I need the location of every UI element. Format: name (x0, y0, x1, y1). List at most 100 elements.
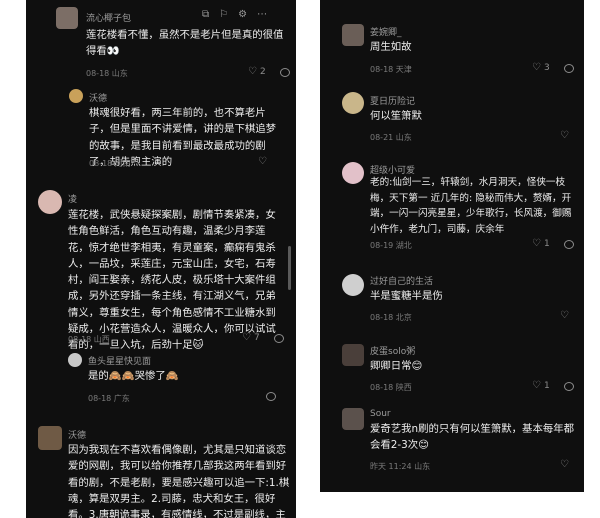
comment-meta: 08-21 山东 (370, 132, 412, 143)
comment-author[interactable]: 沃德 (68, 428, 86, 441)
heart-icon: ♡ (532, 380, 541, 391)
comment-author[interactable]: 沃德 (89, 91, 107, 104)
reply-text: 是的🙈🙈哭惨了🙈 (88, 370, 179, 382)
comment-item: 凌 莲花楼，武侠悬疑探案剧，剧情节奏紧凑，女性角色鲜活，角色互动有趣，温柔少月李… (26, 186, 296, 351)
comment-meta: 08-18 山西 (68, 334, 110, 345)
comment-meta: 08-18 天津 (370, 64, 412, 75)
comment-date: 08-18 (370, 65, 394, 74)
comment-author[interactable]: 姜婉卿_ (370, 25, 402, 38)
comment-text: 莲花楼看不懂，虽然不是老片但是真的很值得看👀 (86, 29, 284, 58)
comment-item: 沃德 棋魂很好看，两三年前的，也不算老片子，但是里面不讲爱情，讲的是下棋追梦的故… (26, 84, 296, 180)
comment-location: 北京 (395, 313, 412, 322)
comment-icon[interactable] (563, 63, 574, 73)
heart-icon[interactable]: ♡ (560, 311, 569, 321)
like-button[interactable]: ♡ 1 (532, 380, 550, 392)
comment-meta: 08-19 湖北 (370, 240, 412, 251)
reply-item: 鱼头星星快见面 是的🙈🙈哭惨了🙈 08-18 广东 (26, 350, 296, 410)
comment-date: 08-18 (370, 383, 394, 392)
avatar[interactable] (342, 408, 364, 430)
copy-icon[interactable]: ⧉ (202, 9, 209, 20)
comment-icon[interactable] (279, 67, 290, 77)
heart-icon: ♡ (532, 238, 541, 249)
comment-item: 姜婉卿_ 周生如故 08-18 天津 ♡ 3 (320, 18, 584, 78)
comment-item: 沃德 因为我现在不喜欢看偶像剧，尤其是只知道谈恋爱的网剧，我可以给你推荐几部我这… (26, 420, 296, 518)
avatar[interactable] (38, 426, 62, 450)
comment-actions: ♡ 1 (532, 239, 574, 249)
comment-icon[interactable] (266, 392, 276, 401)
reply-location: 广东 (113, 394, 130, 403)
heart-icon: ♡ (532, 62, 541, 73)
avatar[interactable] (342, 274, 364, 296)
comment-actions: ♡ (560, 460, 569, 470)
comment-author[interactable]: 皮蛋solo粥 (370, 344, 415, 357)
comment-text: 老的:仙剑一三，轩辕剑，水月洞天，怪侠一枝梅，天下第一 近几年的: 隐秘而伟大，… (370, 177, 572, 235)
comment-item: 皮蛋solo粥 卿卿日常😊 08-18 陕西 ♡ 1 (320, 338, 584, 398)
comment-author[interactable]: 过好自己的生活 (370, 274, 433, 287)
like-button[interactable]: ♡ 7 (242, 332, 260, 344)
comment-icon[interactable] (563, 239, 574, 249)
left-comment-panel: 流心椰子包 ⧉ ⚐ ⚙ ⋯ 莲花楼看不懂，虽然不是老片但是真的很值得看👀 08-… (26, 0, 296, 518)
comment-actions: ♡ (560, 311, 569, 321)
comment-actions: ♡ (560, 131, 569, 141)
right-comment-panel: 姜婉卿_ 周生如故 08-18 天津 ♡ 3 夏日历险记 何以笙箫默 08-21… (320, 0, 584, 492)
comment-text: 周生如故 (370, 41, 412, 53)
comment-meta: 08-18 北京 (370, 312, 412, 323)
like-count: 2 (259, 67, 266, 77)
like-count: 3 (543, 63, 550, 73)
comment-location: 天津 (395, 65, 412, 74)
more-icon[interactable]: ⋯ (257, 9, 267, 20)
like-button[interactable]: ♡ 1 (532, 238, 550, 250)
comment-text: 莲花楼，武侠悬疑探案剧，剧情节奏紧凑，女性角色鲜活，角色互动有趣，温柔少月李莲花… (68, 209, 276, 352)
comment-date: 08-18 (370, 313, 394, 322)
comment-location: 山东 (111, 69, 128, 78)
comment-actions: ♡ 7 (242, 333, 284, 343)
reply-actions (266, 392, 276, 401)
comment-text: 卿卿日常😊 (370, 360, 423, 372)
reply-author[interactable]: 鱼头星星快见面 (88, 354, 151, 367)
like-count: 1 (543, 239, 550, 249)
like-button[interactable]: ♡ 2 (248, 67, 266, 78)
like-count: 7 (253, 333, 260, 343)
comment-author[interactable]: 流心椰子包 (86, 11, 131, 24)
avatar[interactable] (342, 344, 364, 366)
like-button[interactable]: ♡ 3 (532, 62, 550, 74)
comment-icon[interactable] (563, 381, 574, 391)
flag-icon[interactable]: ⚐ (219, 9, 228, 20)
avatar[interactable] (69, 89, 83, 103)
comment-item: Sour 爱奇艺我n刷的只有何以笙箫默，基本每年都会看2-3次😊 昨天 11:2… (320, 404, 584, 484)
comment-toolbar: ⧉ ⚐ ⚙ ⋯ (202, 9, 267, 20)
comment-actions: ♡ 3 (532, 63, 574, 73)
comment-text: 何以笙箫默 (370, 110, 422, 122)
avatar[interactable] (56, 7, 78, 29)
reply-date: 08-18 (88, 394, 112, 403)
comment-date: 昨天 11:24 (370, 462, 412, 471)
comment-text: 半是蜜糖半是伤 (370, 290, 443, 302)
reply-meta: 08-18 广东 (88, 393, 130, 404)
settings-icon[interactable]: ⚙ (238, 9, 247, 20)
scrollbar[interactable] (288, 246, 291, 290)
heart-icon: ♡ (242, 332, 251, 343)
comment-item: 流心椰子包 ⧉ ⚐ ⚙ ⋯ 莲花楼看不懂，虽然不是老片但是真的很值得看👀 08-… (26, 0, 296, 84)
avatar[interactable] (68, 353, 82, 367)
comment-date: 08-21 (370, 133, 394, 142)
comment-author[interactable]: Sour (370, 409, 391, 419)
heart-icon[interactable]: ♡ (258, 157, 267, 167)
comment-icon[interactable] (273, 333, 284, 343)
avatar[interactable] (342, 92, 364, 114)
comment-text: 因为我现在不喜欢看偶像剧，尤其是只知道谈恋爱的网剧，我可以给你推荐几部我这两年看… (68, 444, 290, 518)
comment-author[interactable]: 夏日历险记 (370, 94, 415, 107)
comment-actions: ♡ 2 (248, 67, 290, 77)
like-count: 1 (543, 381, 550, 391)
comment-location: 河南 (114, 159, 131, 168)
comment-actions: ♡ (258, 157, 267, 167)
avatar[interactable] (38, 190, 62, 214)
avatar[interactable] (342, 24, 364, 46)
comment-item: 夏日历险记 何以笙箫默 08-21 山东 ♡ (320, 86, 584, 146)
comment-author[interactable]: 凌 (68, 192, 77, 205)
avatar[interactable] (342, 162, 364, 184)
heart-icon[interactable]: ♡ (560, 460, 569, 470)
comment-location: 山东 (395, 133, 412, 142)
comment-actions: ♡ 1 (532, 381, 574, 391)
heart-icon[interactable]: ♡ (560, 131, 569, 141)
comment-item: 超级小可爱 老的:仙剑一三，轩辕剑，水月洞天，怪侠一枝梅，天下第一 近几年的: … (320, 156, 584, 256)
